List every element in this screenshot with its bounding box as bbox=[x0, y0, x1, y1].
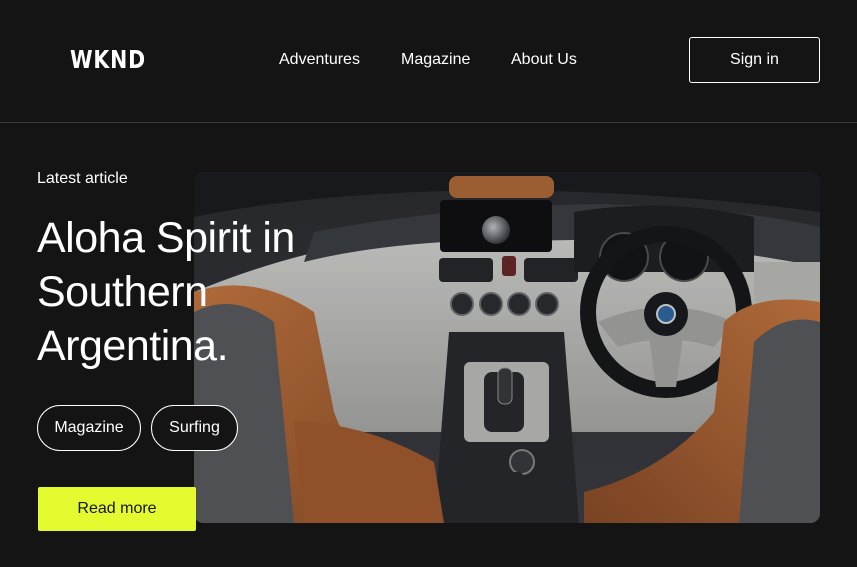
sign-in-button[interactable]: Sign in bbox=[689, 37, 820, 83]
title-line-1: Aloha Spirit in bbox=[37, 214, 295, 262]
tag-surfing[interactable]: Surfing bbox=[151, 405, 238, 451]
title-line-3: Argentina. bbox=[37, 322, 229, 370]
title-line-2: Southern bbox=[37, 268, 208, 316]
article-title: Aloha Spirit in Southern Argentina. bbox=[37, 211, 397, 373]
nav-link-adventures[interactable]: Adventures bbox=[279, 48, 360, 72]
nav-link-about-us[interactable]: About Us bbox=[511, 48, 577, 72]
nav-link-magazine[interactable]: Magazine bbox=[401, 48, 470, 72]
tag-magazine[interactable]: Magazine bbox=[37, 405, 141, 451]
eyebrow-latest-article: Latest article bbox=[37, 170, 128, 187]
read-more-button[interactable]: Read more bbox=[38, 487, 196, 531]
site-header: WKND Adventures Magazine About Us Sign i… bbox=[0, 0, 857, 123]
